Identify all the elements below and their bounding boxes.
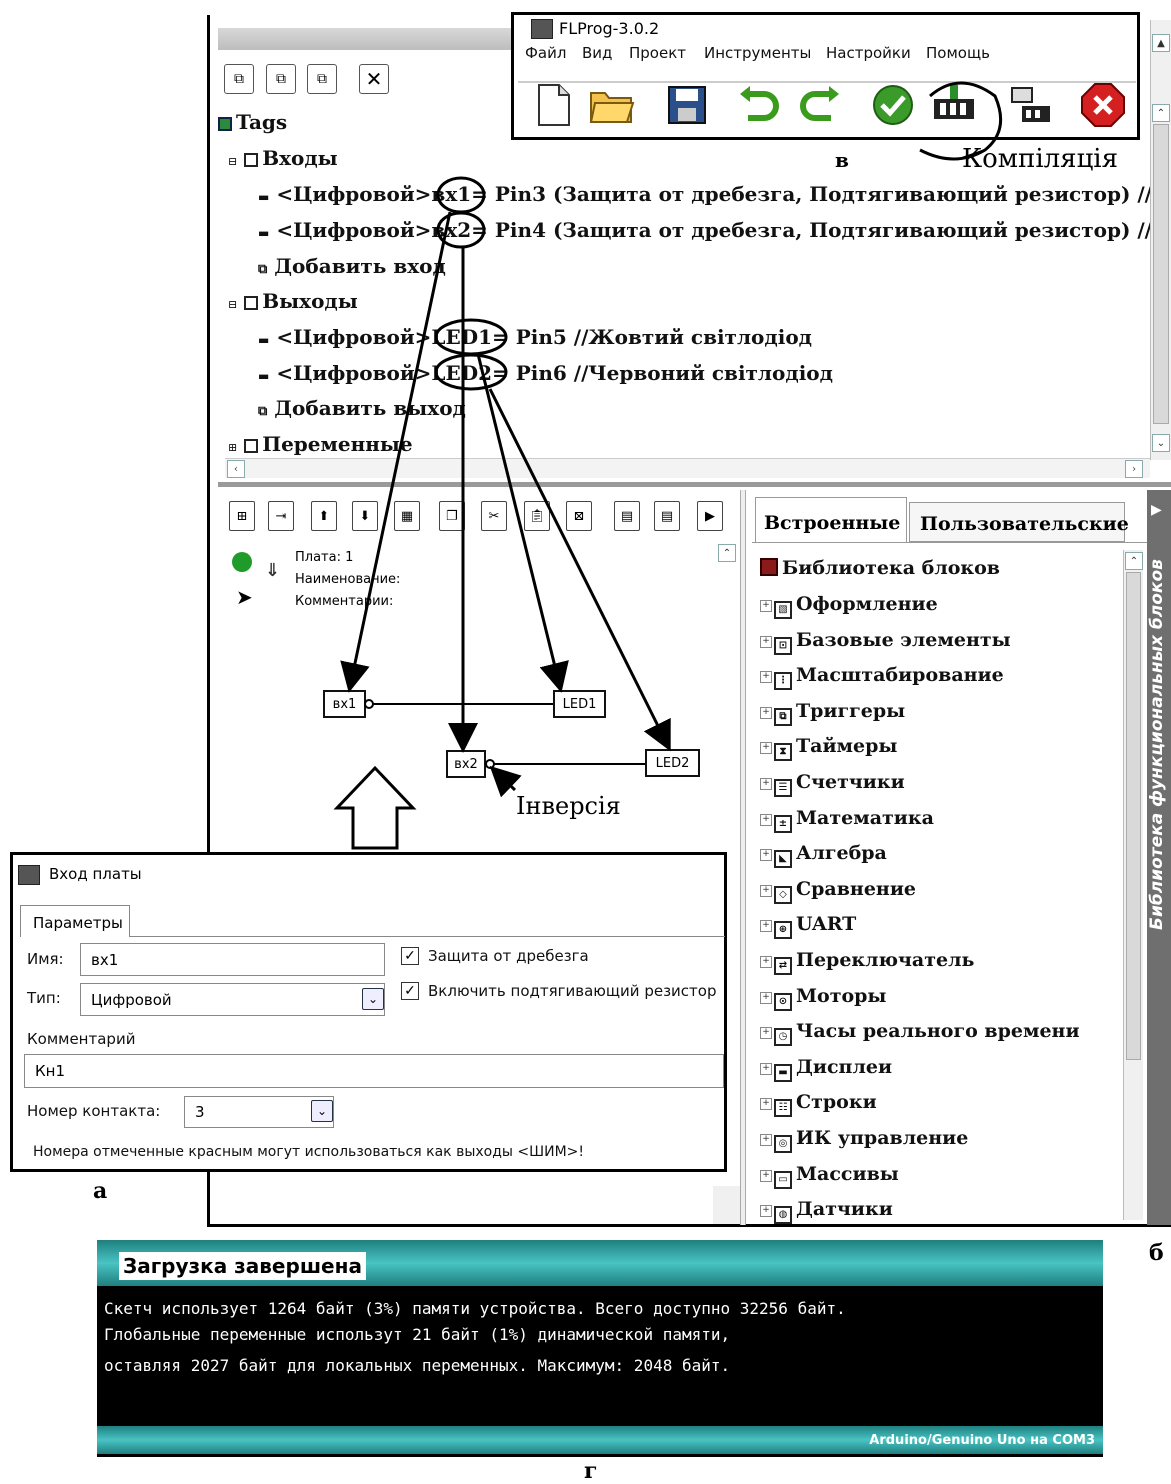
library-side-panel[interactable]: ▶ Библиотека функциональных блоков xyxy=(1147,490,1171,1225)
label-a: а xyxy=(93,1178,108,1204)
library-category-icon: ▬ xyxy=(774,1063,792,1082)
console-line: Скетч использует 1264 байт (3%) памяти у… xyxy=(104,1299,846,1318)
debounce-checkbox[interactable]: ✓ xyxy=(401,947,419,965)
library-category-icon: ⧉ xyxy=(774,707,792,726)
expand-icon[interactable]: + xyxy=(760,813,772,826)
expand-icon[interactable]: + xyxy=(760,600,772,612)
tab-builtin[interactable]: Встроенные xyxy=(755,497,907,543)
app-logo-icon xyxy=(18,865,40,885)
library-category-icon: ☰ xyxy=(774,779,792,797)
library-item[interactable]: + ☷ Строки xyxy=(760,1091,877,1118)
library-category-icon: ◎ xyxy=(774,1135,792,1153)
library-item[interactable]: + ☰ Счетчики xyxy=(760,771,905,797)
chevron-down-icon[interactable]: ⌄ xyxy=(362,988,384,1010)
library-side-label: Библиотека функциональных блоков xyxy=(1147,559,1167,930)
expand-icon[interactable]: + xyxy=(760,1098,772,1111)
console-footer-bar: Arduino/Genuino Uno на COM3 xyxy=(97,1426,1103,1454)
console-status-title: Загрузка завершена xyxy=(119,1252,366,1280)
type-label: Тип: xyxy=(27,989,61,1007)
library-item[interactable]: + ± Математика xyxy=(760,807,934,833)
library-category-icon: ⋮ xyxy=(774,672,792,691)
compile-annotation: Компіляція xyxy=(962,144,1118,174)
dialog-title: Вход платы xyxy=(49,865,142,883)
expand-icon[interactable]: + xyxy=(760,1169,772,1182)
expand-icon[interactable]: + xyxy=(760,884,772,897)
library-item[interactable]: + ▭ Массивы xyxy=(760,1163,899,1189)
pullup-label: Включить подтягивающий резистор xyxy=(428,982,717,1000)
library-category-icon: ⇄ xyxy=(774,957,792,975)
pin-label: Номер контакта: xyxy=(27,1102,161,1120)
library-category-icon: ⧗ xyxy=(774,743,792,762)
tab-parameters[interactable]: Параметры xyxy=(20,905,130,937)
console-line: Глобальные переменные использут 21 байт … xyxy=(104,1325,731,1344)
scroll-up-icon[interactable]: ⌃ xyxy=(1125,552,1143,570)
expand-icon[interactable]: + xyxy=(760,1134,772,1146)
expand-icon[interactable]: + xyxy=(760,706,772,719)
expand-icon[interactable]: + xyxy=(760,1205,772,1218)
collapse-panel-icon[interactable]: ▶ xyxy=(1151,502,1162,518)
expand-icon[interactable]: + xyxy=(760,778,772,790)
library-category-icon: ▭ xyxy=(774,1170,792,1189)
library-item[interactable]: + ⧗ Таймеры xyxy=(760,735,897,762)
expand-icon[interactable]: + xyxy=(760,635,772,648)
library-item[interactable]: + ⧉ Триггеры xyxy=(760,700,905,726)
console-line: оставляя 2027 байт для локальных перемен… xyxy=(104,1356,731,1375)
library-category-icon: ▧ xyxy=(774,601,792,619)
inversion-annotation: Інверсія xyxy=(516,792,621,820)
chevron-down-icon[interactable]: ⌄ xyxy=(311,1100,333,1122)
library-item[interactable]: + ◎ ИК управление xyxy=(760,1127,968,1153)
expand-icon[interactable]: + xyxy=(760,1027,772,1040)
label-b: б xyxy=(1149,1240,1164,1266)
library-item[interactable]: + ⊕ UART xyxy=(760,913,856,940)
library-category-icon: ⊙ xyxy=(774,992,792,1011)
book-icon xyxy=(760,558,778,576)
expand-icon[interactable]: + xyxy=(760,742,772,755)
label-v: в xyxy=(835,148,849,172)
library-category-icon: ⊕ xyxy=(774,921,792,940)
library-category-icon: ☷ xyxy=(774,1099,792,1118)
library-item[interactable]: + ◇ Сравнение xyxy=(760,878,916,904)
expand-icon[interactable]: + xyxy=(760,956,772,968)
library-item[interactable]: + ▧ Оформление xyxy=(760,593,938,619)
label-g: г xyxy=(584,1458,598,1484)
library-category-icon: ◇ xyxy=(774,885,792,904)
library-category-icon: ◍ xyxy=(774,1206,792,1225)
comment-label: Комментарий xyxy=(27,1030,136,1048)
library-item[interactable]: + ◍ Датчики xyxy=(760,1198,893,1225)
tab-underline xyxy=(129,936,725,937)
library-category-icon: ◣ xyxy=(774,850,792,869)
library-item[interactable]: + ◷ Часы реального времени xyxy=(760,1020,1080,1047)
scroll-thumb[interactable] xyxy=(1126,572,1141,1060)
board-port-status: Arduino/Genuino Uno на COM3 xyxy=(869,1433,1095,1448)
library-item[interactable]: + ⊙ Моторы xyxy=(760,985,886,1011)
library-category-icon: ◷ xyxy=(774,1028,792,1047)
name-input[interactable]: вх1 xyxy=(80,943,385,976)
pwm-note: Номера отмеченные красным могут использо… xyxy=(33,1144,585,1160)
debounce-label: Защита от дребезга xyxy=(428,947,589,965)
library-root[interactable]: Библиотека блоков xyxy=(760,557,1000,579)
upload-console: Загрузка завершена Arduino/Genuino Uno н… xyxy=(97,1240,1103,1457)
expand-icon[interactable]: + xyxy=(760,849,772,862)
expand-icon[interactable]: + xyxy=(760,671,772,684)
library-category-icon: ± xyxy=(774,814,792,833)
library-item[interactable]: + ⋮ Масштабирование xyxy=(760,664,1004,691)
expand-icon[interactable]: + xyxy=(760,991,772,1004)
expand-icon[interactable]: + xyxy=(760,920,772,933)
library-category-icon: ⊡ xyxy=(774,636,792,655)
expand-icon[interactable]: + xyxy=(760,1062,772,1075)
type-select[interactable]: Цифровой xyxy=(80,983,385,1016)
name-label: Имя: xyxy=(27,950,64,968)
tab-custom[interactable]: Пользовательские xyxy=(909,502,1129,542)
comment-input[interactable]: Кн1 xyxy=(24,1054,724,1088)
library-item[interactable]: + ▬ Дисплеи xyxy=(760,1056,892,1082)
library-scrollbar[interactable]: ⌃ xyxy=(1123,550,1143,1220)
library-item[interactable]: + ⊡ Базовые элементы xyxy=(760,629,1011,655)
tab-underline xyxy=(752,542,1147,543)
library-item[interactable]: + ◣ Алгебра xyxy=(760,842,887,869)
library-item[interactable]: + ⇄ Переключатель xyxy=(760,949,974,975)
pullup-checkbox[interactable]: ✓ xyxy=(401,982,419,1000)
